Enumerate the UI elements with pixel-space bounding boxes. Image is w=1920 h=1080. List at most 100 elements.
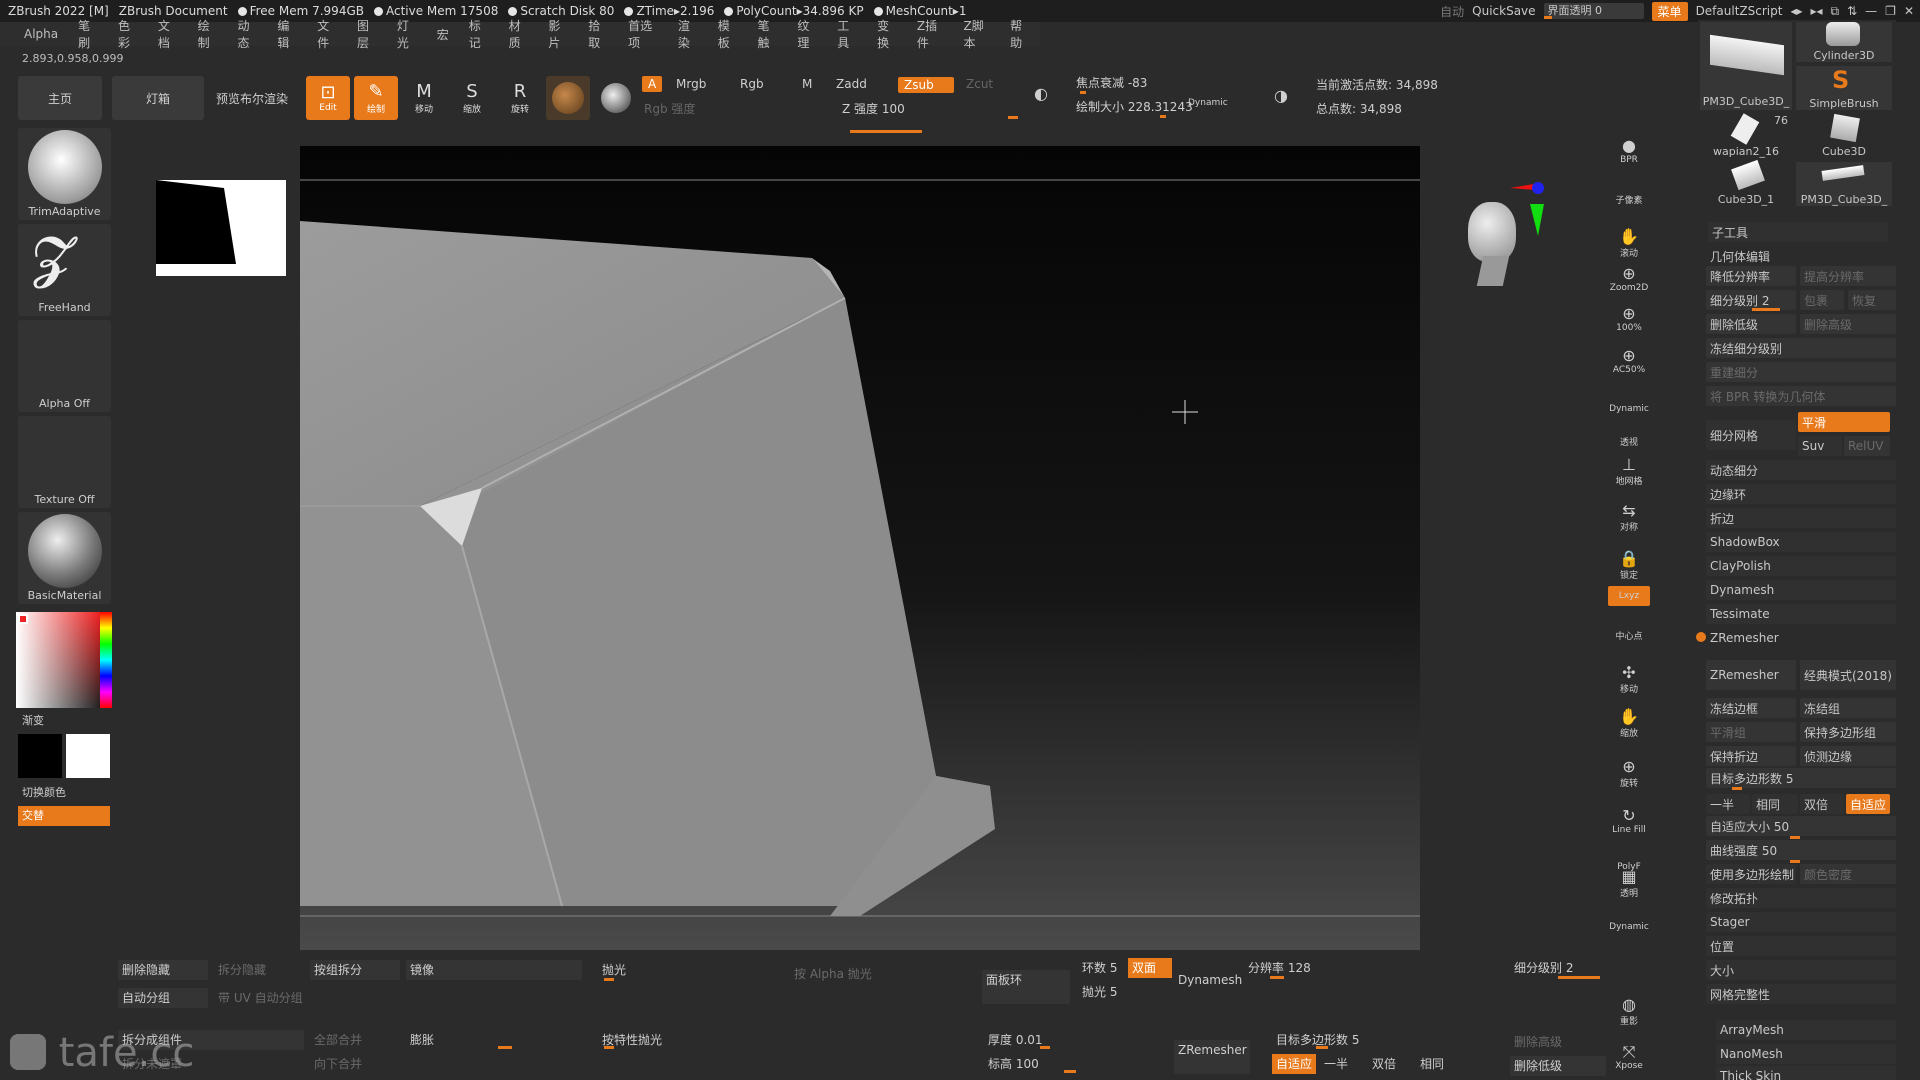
bottom-loops[interactable]: 环数 5 <box>1078 958 1122 978</box>
layout-right-icon[interactable]: ▸◂ <box>1810 4 1822 18</box>
panel-smooth[interactable]: 平滑 <box>1798 412 1890 432</box>
bottom-adapt[interactable]: 自适应 <box>1272 1054 1316 1074</box>
panel-bpr-convert[interactable]: 将 BPR 转换为几何体 <box>1706 386 1896 406</box>
dynamic-toggle[interactable]: Dynamic <box>1188 98 1228 108</box>
panel-del-higher[interactable]: 删除高级 <box>1800 314 1896 334</box>
panel-zremesher-section[interactable]: ZRemesher <box>1706 628 1896 648</box>
panel-same[interactable]: 相同 <box>1752 794 1798 814</box>
bottom-group-split[interactable]: 按组拆分 <box>310 960 400 980</box>
panel-higher-res[interactable]: 提高分辨率 <box>1800 266 1896 286</box>
menu-item[interactable]: 变换 <box>867 17 907 51</box>
menu-item[interactable]: 绘制 <box>188 17 228 51</box>
shelf-button[interactable]: Lxyz <box>1608 586 1650 606</box>
thumb-slot-simplebrush[interactable]: S SimpleBrush <box>1796 66 1892 110</box>
menu-item[interactable]: Z插件 <box>907 17 954 51</box>
shelf-button[interactable]: Dynamic <box>1606 394 1652 424</box>
help-icon[interactable]: ⇅ <box>1847 4 1857 18</box>
menu-item[interactable]: 动态 <box>228 17 268 51</box>
color-picker[interactable] <box>16 612 112 708</box>
panel-keep-creases[interactable]: 保持折边 <box>1706 746 1796 766</box>
panel-thickskin[interactable]: Thick Skin <box>1716 1066 1896 1080</box>
shelf-button[interactable]: ⊕ AC50% <box>1606 346 1652 376</box>
panel-color-density[interactable]: 颜色密度 <box>1800 864 1896 884</box>
bottom-dynamesh[interactable]: Dynamesh <box>1174 970 1244 990</box>
bottom-sdiv[interactable]: 细分级别 2 <box>1510 958 1606 978</box>
bottom-double[interactable]: 双倍 <box>1368 1054 1412 1074</box>
menu-item[interactable]: 编辑 <box>267 17 307 51</box>
menu-item[interactable]: 笔刷 <box>68 17 108 51</box>
menu-item[interactable]: 拾取 <box>578 17 618 51</box>
close-icon[interactable]: ✕ <box>1904 4 1914 18</box>
secondary-color-swatch[interactable] <box>66 734 110 778</box>
shelf-button[interactable]: ⊕ 100% <box>1606 304 1652 334</box>
hue-strip[interactable] <box>100 612 112 708</box>
edit-button[interactable]: ⊡ Edit <box>306 76 350 120</box>
rgb-intensity-slider[interactable]: Rgb 强度 <box>644 100 695 117</box>
gradient-label[interactable]: 渐变 <box>22 712 44 728</box>
shelf-button[interactable]: ↻ Line Fill <box>1606 806 1652 836</box>
panel-keep-groups[interactable]: 保持多边形组 <box>1800 722 1896 742</box>
menu-item[interactable]: 笔触 <box>748 17 788 51</box>
menu-item[interactable]: 首选项 <box>618 17 668 51</box>
script-button[interactable]: DefaultZScript <box>1696 4 1783 18</box>
rotate-button[interactable]: R 旋转 <box>498 76 542 120</box>
shelf-button[interactable]: 子像素 <box>1606 184 1652 214</box>
panel-curve-strength[interactable]: 曲线强度 50 <box>1706 840 1896 860</box>
menu-item[interactable]: 渲染 <box>668 17 708 51</box>
home-tab[interactable]: 主页 <box>18 76 102 120</box>
menu-item[interactable]: 宏 <box>427 26 459 43</box>
alternate-button[interactable]: 交替 <box>18 806 110 826</box>
panel-nanomesh[interactable]: NanoMesh <box>1716 1044 1896 1064</box>
restore-icon[interactable]: ❐ <box>1885 4 1896 18</box>
texture-slot[interactable]: Texture Off <box>18 416 111 508</box>
panel-half[interactable]: 一半 <box>1706 794 1750 814</box>
thumb-slot-pm3d-1[interactable]: PM3D_Cube3D_ <box>1700 22 1792 110</box>
lightbox-tab[interactable]: 灯箱 <box>112 76 204 120</box>
shelf-button[interactable]: ✣ 移动 <box>1606 663 1652 695</box>
layout-left-icon[interactable]: ◂▸ <box>1790 4 1802 18</box>
focal-shift-slider[interactable]: 焦点衰减 -83 <box>1076 74 1147 91</box>
bottom-same[interactable]: 相同 <box>1416 1054 1460 1074</box>
stroke-slot[interactable]: 𝓩 FreeHand <box>18 224 111 316</box>
panel-edge-loop[interactable]: 边缘环 <box>1706 484 1896 504</box>
panel-del-lower[interactable]: 删除低级 <box>1706 314 1796 334</box>
bottom-inflate[interactable]: 膨胀 <box>406 1030 582 1050</box>
move-button[interactable]: M 移动 <box>402 76 446 120</box>
panel-legacy[interactable]: 经典模式(2018) <box>1800 660 1896 690</box>
menu-button[interactable]: 菜单 <box>1651 1 1688 21</box>
panel-target-poly[interactable]: 目标多边形数 5 <box>1706 768 1896 788</box>
thumb-slot-cube3d-1[interactable]: Cube3D_1 <box>1700 159 1792 206</box>
menu-item[interactable]: 材质 <box>499 17 539 51</box>
menu-item[interactable]: 标记 <box>459 17 499 51</box>
panel-freeze-border[interactable]: 冻结边框 <box>1706 698 1796 718</box>
shelf-button[interactable]: ● BPR <box>1606 136 1652 166</box>
shelf-button[interactable]: ⇆ 对称 <box>1606 501 1652 533</box>
bottom-polish[interactable]: 抛光 <box>598 960 778 980</box>
switch-color-button[interactable]: 切换颜色 <box>22 784 66 800</box>
menu-item[interactable]: 纹理 <box>787 17 827 51</box>
shelf-button[interactable]: ⤧ Xpose <box>1606 1042 1652 1072</box>
panel-modify-topo[interactable]: 修改拓扑 <box>1706 888 1896 908</box>
axis-gizmo[interactable] <box>1506 180 1556 240</box>
shelf-button[interactable]: Dynamic <box>1606 912 1652 942</box>
bottom-split-hidden[interactable]: 拆分隐藏 <box>214 960 304 980</box>
mrgb-toggle[interactable]: Mrgb <box>676 77 706 91</box>
panel-position[interactable]: 位置 <box>1706 936 1896 956</box>
transparency-slider[interactable]: 界面透明 0 <box>1543 3 1644 19</box>
draw-size-icon[interactable]: ◑ <box>1274 86 1288 105</box>
zcut-toggle[interactable]: Zcut <box>966 77 993 91</box>
standard-ball-button[interactable] <box>594 76 638 120</box>
shelf-button[interactable]: 🔒 锁定 <box>1606 549 1652 581</box>
rgb-toggle[interactable]: Rgb <box>740 77 764 91</box>
bottom-polish-features[interactable]: 按特性抛光 <box>598 1030 778 1050</box>
shelf-button[interactable]: ✋ 缩放 <box>1606 707 1652 739</box>
alpha-a-toggle[interactable]: A <box>642 76 663 92</box>
panel-detect-edges[interactable]: 侦测边缘 <box>1800 746 1896 766</box>
shelf-button[interactable]: 透视 <box>1606 426 1652 456</box>
thumb-slot-wapian[interactable]: 76 wapian2_16 <box>1700 113 1792 158</box>
panel-sdiv[interactable]: 细分级别 2 <box>1706 290 1796 310</box>
menu-item[interactable]: 图层 <box>347 17 387 51</box>
menu-item[interactable]: 文档 <box>148 17 188 51</box>
shelf-button[interactable]: ✋ 滚动 <box>1606 227 1652 259</box>
scale-button[interactable]: S 缩放 <box>450 76 494 120</box>
